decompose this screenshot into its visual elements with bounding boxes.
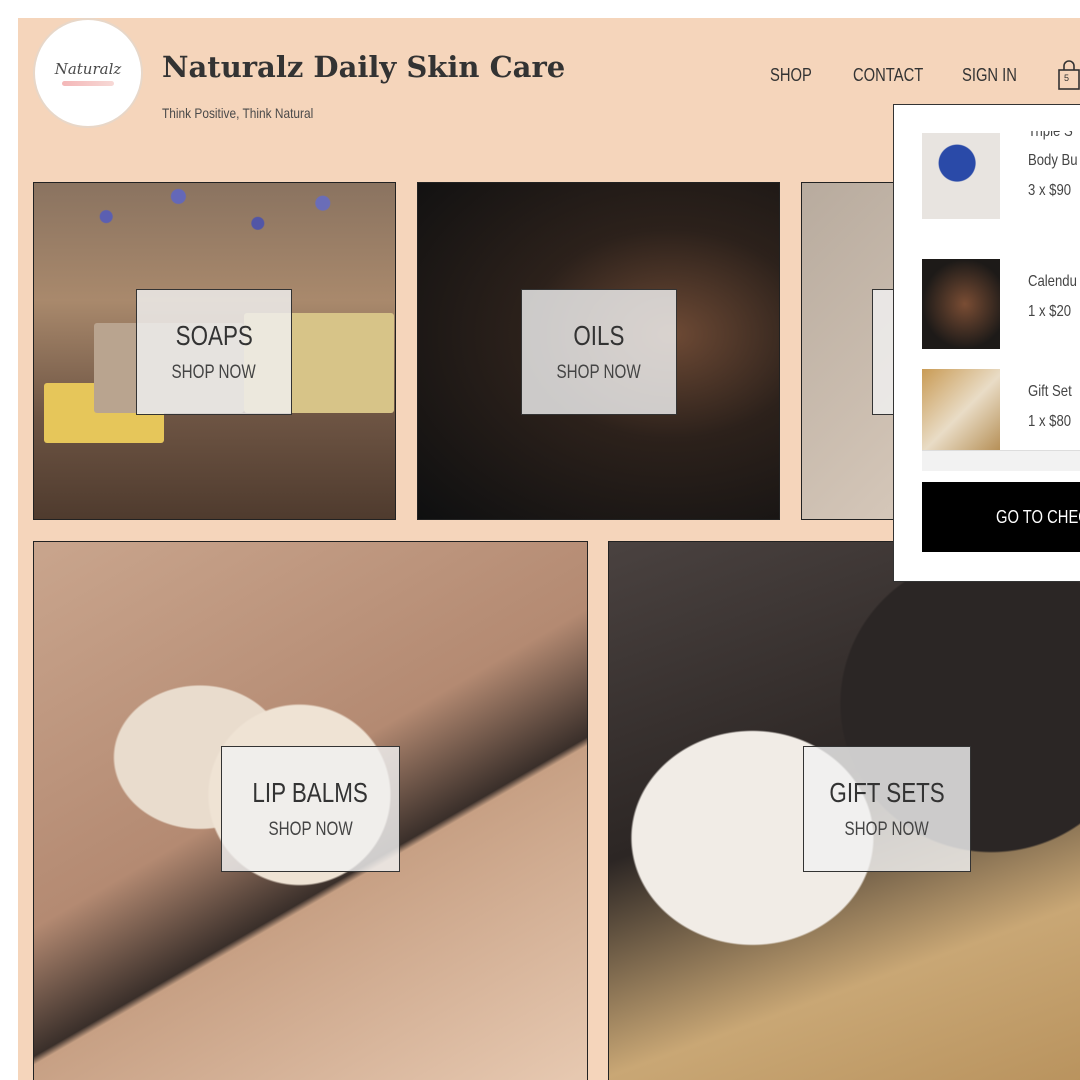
nav-sign-in[interactable]: SIGN IN: [962, 65, 1017, 86]
product-thumbnail: [922, 369, 1000, 459]
category-tile-oils[interactable]: OILS SHOP NOW: [417, 182, 780, 520]
cart-item-name: Gift Set: [1028, 383, 1072, 400]
cart-item[interactable]: Gift Set 1 x $80: [922, 345, 1080, 459]
shop-now-link[interactable]: SHOP NOW: [557, 362, 641, 384]
logo-swash: [62, 81, 114, 86]
category-overlay: OILS SHOP NOW: [521, 289, 677, 415]
cart-button[interactable]: 5: [1058, 60, 1080, 90]
cart-item-qty-price: 3 x $90: [1028, 182, 1072, 199]
site-title[interactable]: Naturalz Daily Skin Care: [162, 50, 565, 84]
category-tile-gift-sets[interactable]: GIFT SETS SHOP NOW: [608, 541, 1080, 1080]
category-title: SOAPS: [175, 320, 253, 351]
category-overlay: GIFT SETS SHOP NOW: [803, 746, 971, 872]
nav-shop[interactable]: SHOP: [770, 65, 812, 86]
product-thumbnail: [922, 259, 1000, 349]
logo-text: Naturalz: [54, 60, 122, 78]
cart-item-qty-price: 1 x $80: [1028, 413, 1072, 430]
cart-item[interactable]: Triple S Body Bu 3 x $90: [922, 105, 1080, 225]
category-title: GIFT SETS: [829, 777, 945, 808]
category-title: LIP BALMS: [252, 777, 369, 808]
cart-count: 5: [1064, 73, 1070, 83]
checkout-label: GO TO CHEC: [996, 506, 1080, 527]
category-overlay: LIP BALMS SHOP NOW: [221, 746, 400, 872]
nav-contact[interactable]: CONTACT: [853, 65, 923, 86]
shop-now-link[interactable]: SHOP NOW: [172, 362, 256, 384]
category-overlay: SOAPS SHOP NOW: [136, 289, 292, 415]
category-title: OILS: [573, 320, 625, 351]
cart-dropdown: Triple S Body Bu 3 x $90 Calendu 1 x $20…: [893, 104, 1080, 582]
brand-logo[interactable]: Naturalz: [35, 20, 141, 126]
cart-item-name: Body Bu: [1028, 152, 1078, 169]
cart-item-name: Calendu: [1028, 273, 1077, 290]
category-tile-soaps[interactable]: SOAPS SHOP NOW: [33, 182, 396, 520]
cart-item-qty-price: 1 x $20: [1028, 303, 1072, 320]
product-thumbnail: [922, 133, 1000, 219]
cart-item[interactable]: Calendu 1 x $20: [922, 235, 1080, 349]
shop-now-link[interactable]: SHOP NOW: [845, 819, 929, 841]
cart-item-name: Triple S: [1028, 123, 1073, 140]
cart-divider: [922, 450, 1080, 471]
checkout-button[interactable]: GO TO CHEC: [922, 482, 1080, 552]
site-tagline: Think Positive, Think Natural: [162, 105, 314, 121]
shop-now-link[interactable]: SHOP NOW: [268, 819, 352, 841]
category-tile-lip-balms[interactable]: LIP BALMS SHOP NOW: [33, 541, 588, 1080]
page: Naturalz Naturalz Daily Skin Care Think …: [18, 18, 1080, 1080]
